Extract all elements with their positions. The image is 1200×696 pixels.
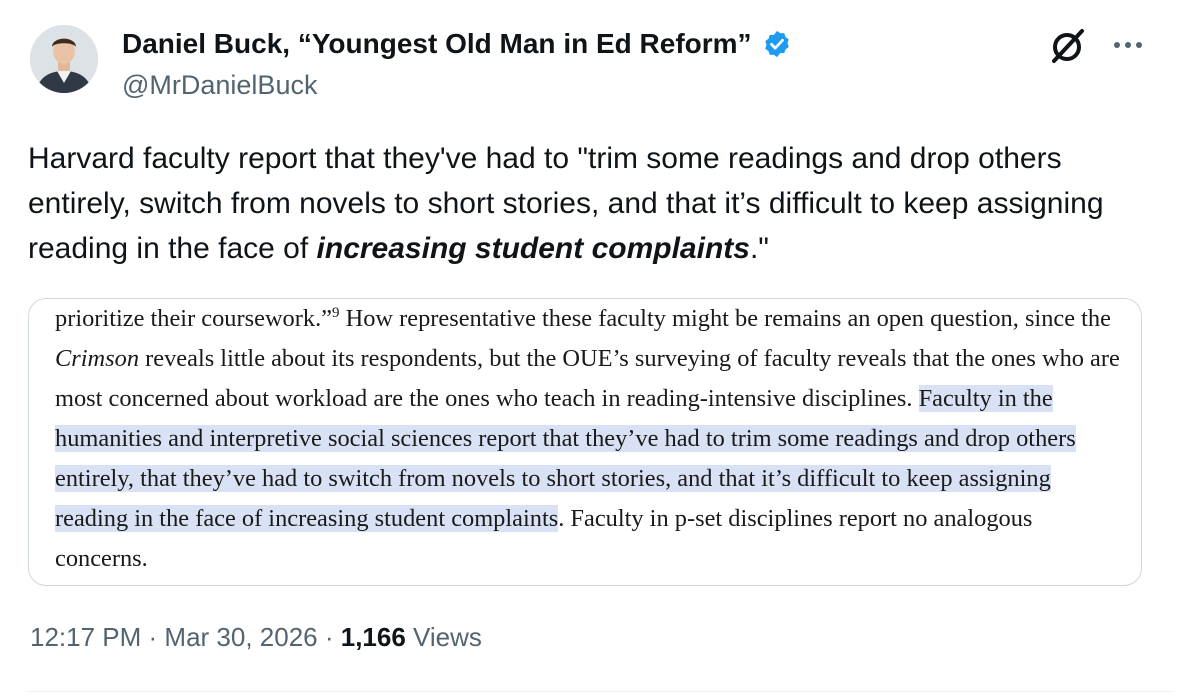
more-icon[interactable] xyxy=(1110,30,1146,60)
avatar-photo xyxy=(30,25,98,93)
excerpt-text: prioritize their coursework.”9 How repre… xyxy=(55,299,1127,579)
tweet-date[interactable]: Mar 30, 2026 xyxy=(164,622,317,652)
tweet-text-tail: ." xyxy=(749,232,769,265)
meta-separator: · xyxy=(141,622,165,652)
excerpt-part-1: prioritize their coursework.” xyxy=(55,305,332,332)
meta-separator: · xyxy=(317,622,341,652)
footnote-marker: 9 xyxy=(332,305,340,321)
tweet-time[interactable]: 12:17 PM xyxy=(30,622,141,652)
tweet-text-emphasis: increasing student complaints xyxy=(316,232,750,265)
views-count: 1,166 xyxy=(340,622,406,652)
tweet-meta: 12:17 PM · Mar 30, 2026 · 1,166 Views xyxy=(30,622,482,653)
excerpt-part-2: How representative these faculty might b… xyxy=(339,305,1111,332)
author-handle[interactable]: @MrDanielBuck xyxy=(122,70,317,101)
display-name[interactable]: Daniel Buck, “Youngest Old Man in Ed Ref… xyxy=(122,28,752,60)
verified-badge-icon xyxy=(764,30,789,58)
avatar[interactable] xyxy=(30,25,98,93)
author-name-row[interactable]: Daniel Buck, “Youngest Old Man in Ed Ref… xyxy=(122,28,792,60)
grok-icon[interactable] xyxy=(1048,26,1088,66)
divider xyxy=(28,691,1172,692)
crimson-italic: Crimson xyxy=(55,345,140,372)
tweet-text: Harvard faculty report that they've had … xyxy=(28,136,1168,271)
media-image[interactable]: prioritize their coursework.”9 How repre… xyxy=(28,298,1142,586)
views-label: Views xyxy=(405,622,482,652)
